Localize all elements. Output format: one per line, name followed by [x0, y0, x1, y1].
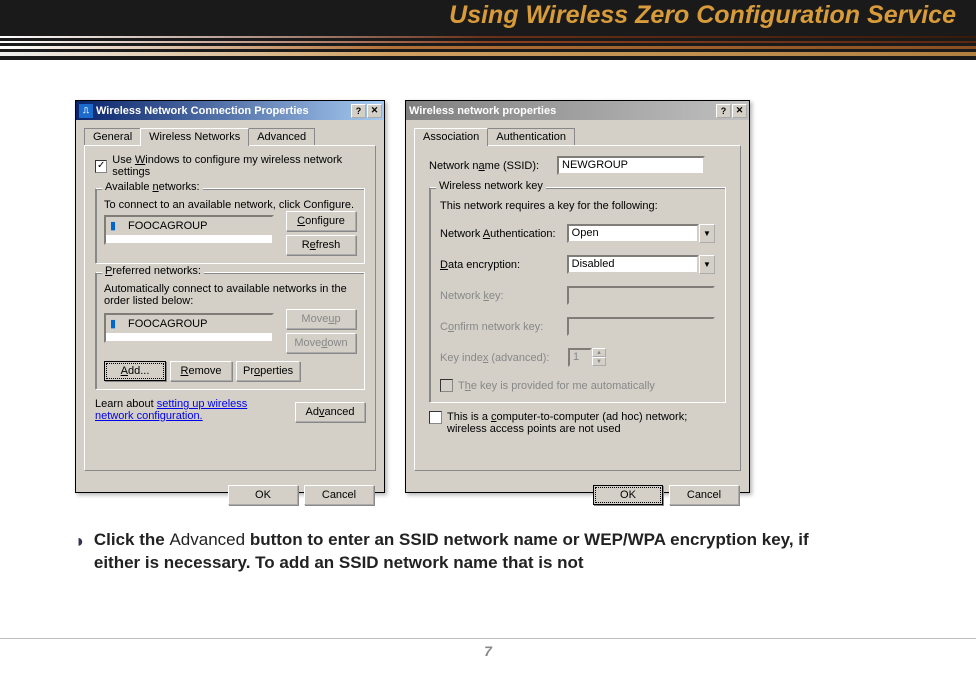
configure-button[interactable]: Configure [286, 211, 356, 231]
page-title: Using Wireless Zero Configuration Servic… [449, 1, 956, 30]
available-networks-group: Available networks: To connect to an ava… [95, 188, 365, 264]
list-item[interactable]: ▮ FOOCAGROUP [106, 217, 272, 235]
ssid-label: Network name (SSID): [429, 160, 549, 172]
page-number: 7 [0, 638, 976, 659]
close-button[interactable]: ✕ [732, 104, 747, 118]
available-group-title: Available networks: [102, 181, 203, 193]
advanced-button[interactable]: Advanced [295, 402, 365, 422]
antenna-icon: ▮ [110, 317, 124, 331]
chevron-down-icon[interactable]: ▼ [699, 255, 715, 274]
ok-button[interactable]: OK [228, 485, 298, 505]
key-index-spinner: 1 ▲▼ [568, 348, 606, 367]
encryption-dropdown[interactable]: Disabled▼ [567, 255, 715, 274]
auto-key-label: The key is provided for me automatically [458, 380, 655, 392]
move-down-button[interactable]: Move down [286, 333, 356, 353]
preferred-networks-group: Preferred networks: Automatically connec… [95, 272, 365, 390]
preferred-hint: Automatically connect to available netwo… [104, 283, 356, 307]
available-hint: To connect to an available network, clic… [104, 199, 356, 211]
close-button[interactable]: ✕ [367, 104, 382, 118]
key-index-label: Key index (advanced): [440, 352, 560, 364]
tab-content: ✓ Use Windows to configure my wireless n… [84, 145, 376, 471]
adhoc-checkbox[interactable] [429, 411, 442, 424]
move-up-button[interactable]: Move up [286, 309, 356, 329]
confirm-key-input [567, 317, 715, 336]
preferred-group-title: Preferred networks: [102, 265, 204, 277]
dialog-title: Wireless network properties [409, 105, 556, 117]
refresh-button[interactable]: Refresh [286, 235, 356, 255]
learn-prefix: Learn about [95, 398, 157, 410]
tab-association[interactable]: Association [414, 128, 488, 146]
chevron-down-icon[interactable]: ▼ [699, 224, 715, 243]
antenna-icon: ▮ [110, 219, 124, 233]
tab-strip: Association Authentication [414, 128, 741, 145]
remove-button[interactable]: Remove [170, 361, 232, 381]
adhoc-label: This is a computer-to-computer (ad hoc) … [447, 411, 717, 435]
auto-key-checkbox [440, 379, 453, 392]
network-key-label: Network key: [440, 290, 559, 302]
tab-wireless-networks[interactable]: Wireless Networks [140, 128, 249, 146]
learn-row: Learn about setting up wireless network … [95, 398, 365, 422]
header-decor [0, 36, 976, 59]
tab-advanced[interactable]: Advanced [248, 128, 315, 145]
tab-strip: General Wireless Networks Advanced [84, 128, 376, 145]
use-windows-label: Use Windows to configure my wireless net… [112, 154, 365, 178]
header-band: Using Wireless Zero Configuration Servic… [0, 0, 976, 60]
wireless-network-properties-dialog: Wireless network properties ? ✕ Associat… [405, 100, 750, 493]
cancel-button[interactable]: Cancel [669, 485, 739, 505]
help-button[interactable]: ? [351, 104, 366, 118]
spin-up-icon: ▲ [592, 348, 606, 357]
tab-general[interactable]: General [84, 128, 141, 145]
titlebar: Wireless network properties ? ✕ [406, 101, 749, 120]
wireless-key-group: Wireless network key This network requir… [429, 187, 726, 403]
network-key-input [567, 286, 715, 305]
confirm-key-label: Confirm network key: [440, 321, 559, 333]
key-hint: This network requires a key for the foll… [440, 200, 715, 212]
ok-button[interactable]: OK [593, 485, 663, 505]
auth-dropdown[interactable]: Open▼ [567, 224, 715, 243]
help-button[interactable]: ? [716, 104, 731, 118]
preferred-networks-list[interactable]: ▮ FOOCAGROUP [104, 313, 274, 343]
key-group-title: Wireless network key [436, 180, 546, 192]
encryption-label: Data encryption: [440, 259, 559, 271]
bullet-icon: ◗ [75, 529, 86, 575]
use-windows-checkbox[interactable]: ✓ [95, 160, 107, 173]
available-networks-list[interactable]: ▮ FOOCAGROUP [104, 215, 274, 245]
cancel-button[interactable]: Cancel [304, 485, 374, 505]
screenshots-row: ⎍ Wireless Network Connection Properties… [0, 60, 976, 493]
dialog-title: Wireless Network Connection Properties [96, 105, 309, 117]
list-item[interactable]: ▮ FOOCAGROUP [106, 315, 272, 333]
tab-content: Network name (SSID): NEWGROUP Wireless n… [414, 145, 741, 471]
network-icon: ⎍ [79, 104, 93, 118]
titlebar: ⎍ Wireless Network Connection Properties… [76, 101, 384, 120]
advanced-word: Advanced [169, 530, 245, 549]
properties-button[interactable]: Properties [236, 361, 300, 381]
ssid-input[interactable]: NEWGROUP [557, 156, 705, 175]
add-button[interactable]: Add... [104, 361, 166, 381]
tab-authentication[interactable]: Authentication [487, 128, 575, 145]
wireless-connection-properties-dialog: ⎍ Wireless Network Connection Properties… [75, 100, 385, 493]
spin-down-icon: ▼ [592, 357, 606, 366]
auth-label: Network Authentication: [440, 228, 559, 240]
